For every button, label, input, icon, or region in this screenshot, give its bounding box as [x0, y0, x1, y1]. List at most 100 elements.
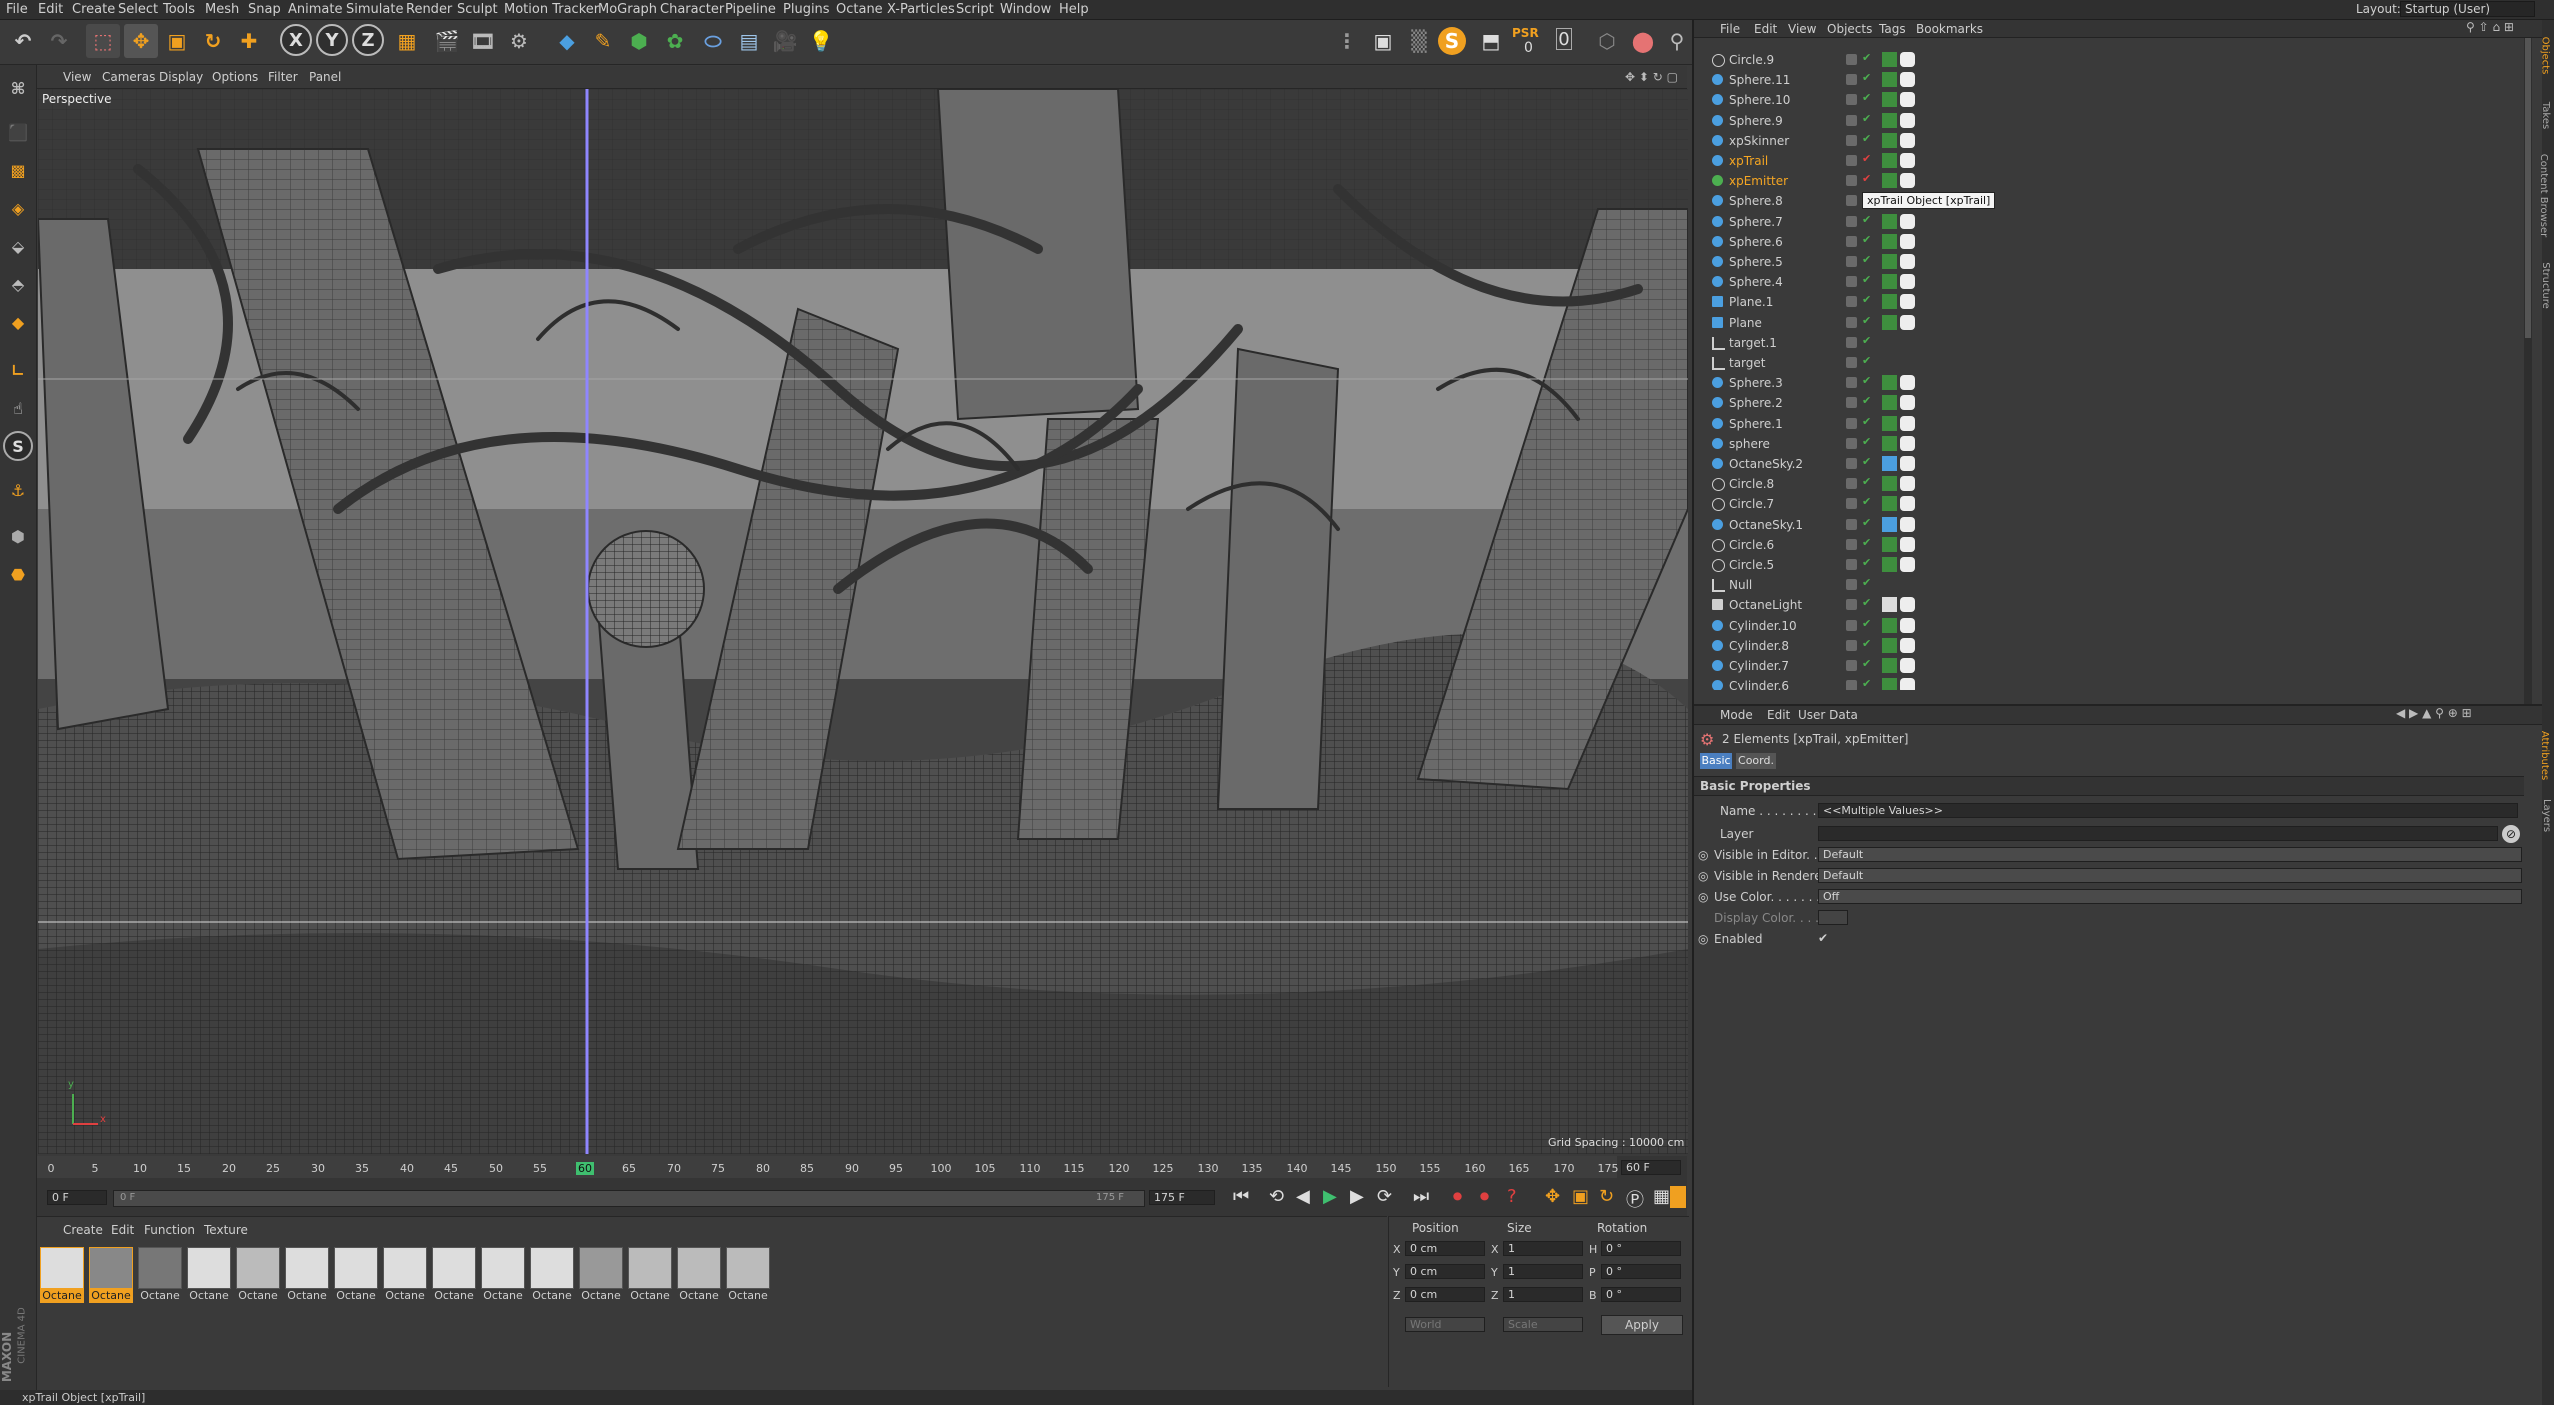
texture-tag-icon[interactable]: [1900, 233, 1915, 249]
object-row[interactable]: target.1 ✔: [1694, 333, 2524, 353]
menu-edit[interactable]: Edit: [38, 2, 63, 17]
object-row[interactable]: Sphere.4 ✔: [1694, 272, 2524, 292]
material-swatch[interactable]: Octane: [432, 1247, 476, 1307]
coordinate-system-icon[interactable]: ▦: [390, 24, 424, 58]
object-row[interactable]: Sphere.5 ✔: [1694, 252, 2524, 272]
material-swatch[interactable]: Octane: [726, 1247, 770, 1307]
menu-mograph[interactable]: MoGraph: [598, 2, 657, 17]
material-tag-icon[interactable]: [1882, 496, 1897, 512]
object-row[interactable]: OctaneSky.2 ✔: [1694, 454, 2524, 474]
layer-dot[interactable]: [1846, 195, 1857, 207]
object-row[interactable]: xpTrail ✔: [1694, 151, 2524, 171]
enabled-check-icon[interactable]: ✔: [1862, 536, 1871, 549]
material-swatch[interactable]: Octane: [628, 1247, 672, 1307]
layer-dot[interactable]: [1846, 235, 1857, 247]
am-menu-mode[interactable]: Mode: [1720, 708, 1753, 722]
texture-tag-icon[interactable]: [1900, 557, 1915, 572]
cloner-icon[interactable]: ✿: [658, 24, 692, 58]
solo-mode-icon[interactable]: S: [3, 431, 33, 461]
visible-renderer-dropdown[interactable]: Default: [1818, 868, 2522, 883]
octane-render-icon[interactable]: ▣: [1366, 24, 1400, 58]
material-tag-icon[interactable]: [1882, 153, 1897, 168]
transform-tool-icon[interactable]: ✚: [232, 24, 266, 58]
texture-tag-icon[interactable]: [1900, 536, 1915, 552]
enabled-check-icon[interactable]: ✔: [1862, 213, 1871, 226]
enabled-check-icon[interactable]: ✔: [1862, 556, 1871, 569]
material-tag-icon[interactable]: [1882, 314, 1897, 330]
subdivision-surface-icon[interactable]: ⬢: [622, 24, 656, 58]
viewport-menu-display[interactable]: Display: [159, 70, 203, 84]
material-tag-icon[interactable]: [1882, 233, 1897, 249]
material-tag-icon[interactable]: [1882, 456, 1897, 471]
size-y-field[interactable]: 1: [1503, 1264, 1583, 1279]
layer-dot[interactable]: [1846, 134, 1857, 146]
step-forward-icon[interactable]: ▶: [1350, 1186, 1364, 1207]
layer-link-icon[interactable]: ⊘: [2502, 825, 2520, 843]
object-row[interactable]: target ✔: [1694, 353, 2524, 373]
anim-circle-icon[interactable]: ◎: [1698, 890, 1708, 904]
texture-tag-icon[interactable]: [1900, 52, 1915, 67]
undo-icon[interactable]: ↶: [6, 24, 40, 58]
enabled-check-icon[interactable]: ✔: [1862, 415, 1871, 428]
object-row[interactable]: Sphere.11 ✔: [1694, 70, 2524, 90]
tweak-mode-icon[interactable]: ☝: [3, 393, 33, 423]
material-tag-icon[interactable]: [1882, 72, 1897, 88]
anim-circle-icon[interactable]: ◎: [1698, 932, 1708, 946]
enabled-check-icon[interactable]: ✔: [1862, 172, 1871, 185]
record-active-icon[interactable]: ⏺: [1453, 1186, 1462, 1207]
layer-dot[interactable]: [1846, 357, 1857, 368]
material-menu-edit[interactable]: Edit: [111, 1223, 134, 1237]
material-swatch[interactable]: Octane: [530, 1247, 574, 1307]
visible-editor-dropdown[interactable]: Default: [1818, 847, 2522, 862]
size-x-field[interactable]: 1: [1503, 1241, 1583, 1256]
layer-dot[interactable]: [1846, 437, 1857, 449]
material-tag-icon[interactable]: [1882, 415, 1897, 431]
object-row[interactable]: Circle.5 ✔: [1694, 555, 2524, 575]
texture-tag-icon[interactable]: [1900, 496, 1915, 512]
object-row[interactable]: Cylinder.7 ✔: [1694, 656, 2524, 676]
menu-help[interactable]: Help: [1059, 2, 1089, 17]
layer-dot[interactable]: [1846, 478, 1857, 490]
material-tag-icon[interactable]: [1882, 112, 1897, 128]
redo-icon[interactable]: ↷: [42, 24, 76, 58]
om-menu-edit[interactable]: Edit: [1754, 22, 1777, 36]
deformer-icon[interactable]: ⬭: [696, 24, 730, 58]
menu-sculpt[interactable]: Sculpt: [457, 2, 498, 17]
texture-tag-icon[interactable]: [1900, 617, 1915, 633]
layer-dot[interactable]: [1846, 276, 1857, 288]
texture-tag-icon[interactable]: [1900, 375, 1915, 391]
name-field[interactable]: <<Multiple Values>>: [1818, 803, 2518, 818]
object-row[interactable]: OctaneLight ✔: [1694, 595, 2524, 615]
enabled-check-icon[interactable]: ✔: [1862, 314, 1871, 327]
anim-circle-icon[interactable]: ◎: [1698, 848, 1708, 862]
material-swatch[interactable]: Octane: [236, 1247, 280, 1307]
texture-tag-icon[interactable]: [1900, 112, 1915, 128]
material-tag-icon[interactable]: [1882, 678, 1897, 690]
texture-tag-icon[interactable]: [1900, 395, 1915, 411]
world-dropdown[interactable]: World: [1405, 1317, 1485, 1332]
xp-system-icon[interactable]: ⬤: [1626, 24, 1660, 58]
light-object-icon[interactable]: 💡: [804, 24, 838, 58]
move-tool-icon[interactable]: ✥: [124, 24, 158, 58]
layer-dot[interactable]: [1846, 74, 1857, 86]
side-tab-takes[interactable]: Takes: [2540, 102, 2551, 129]
enabled-check-icon[interactable]: ✔: [1862, 637, 1871, 650]
object-row[interactable]: xpEmitter ✔: [1694, 171, 2524, 191]
viewport-menu-options[interactable]: Options: [212, 70, 258, 84]
enabled-check-icon[interactable]: ✔: [1862, 516, 1871, 529]
workplane-icon[interactable]: ⬒: [1474, 24, 1508, 58]
layer-dot[interactable]: [1846, 316, 1857, 328]
current-frame-field[interactable]: 60 F: [1621, 1160, 1681, 1175]
texture-tag-icon[interactable]: [1900, 658, 1915, 673]
texture-tag-icon[interactable]: [1900, 476, 1915, 492]
object-list-scrollbar[interactable]: [2524, 38, 2532, 708]
apply-button[interactable]: Apply: [1601, 1315, 1683, 1335]
object-row[interactable]: sphere ✔: [1694, 434, 2524, 454]
object-row[interactable]: Sphere.6 ✔: [1694, 232, 2524, 252]
enabled-check-icon[interactable]: ✔: [1862, 576, 1871, 589]
goto-start-icon[interactable]: ⏮: [1233, 1186, 1249, 1207]
rotation-p-field[interactable]: 0 °: [1601, 1264, 1681, 1279]
workplane-mode-icon[interactable]: ◈: [3, 193, 33, 223]
texture-tag-icon[interactable]: [1900, 72, 1915, 88]
enabled-check-icon[interactable]: ✔: [1862, 677, 1871, 690]
